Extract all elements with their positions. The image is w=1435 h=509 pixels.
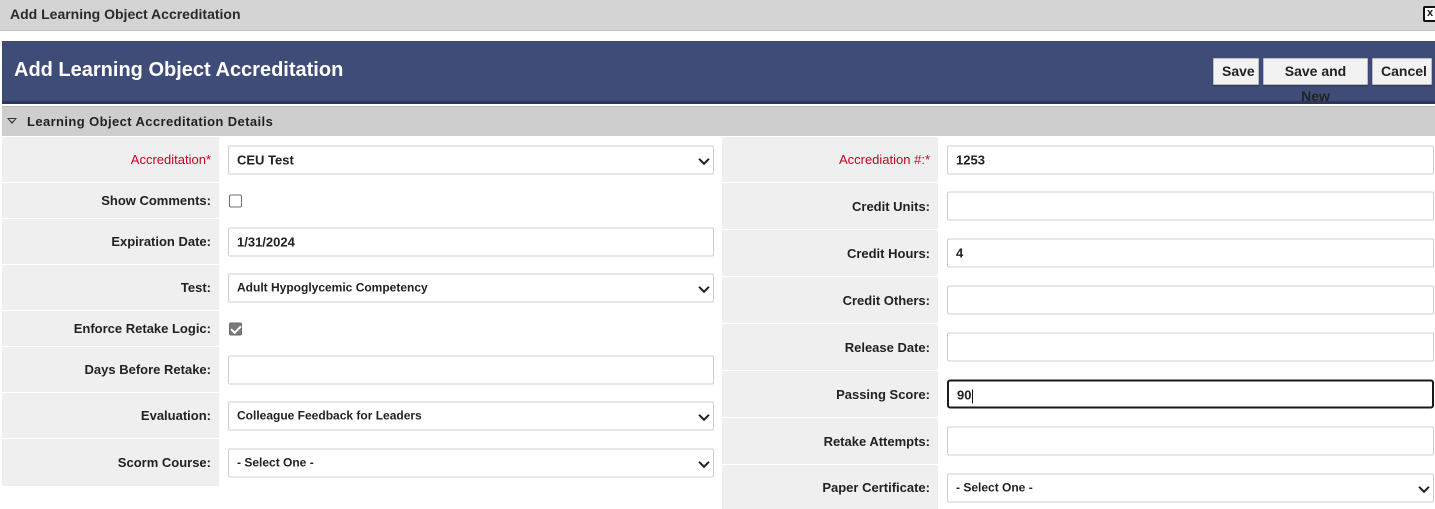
save-and-new-button[interactable]: Save and New xyxy=(1263,58,1368,104)
accreditation-label: Accreditation * xyxy=(2,137,219,182)
page-title: Add Learning Object Accreditation xyxy=(14,59,344,81)
close-icon[interactable]: x xyxy=(1423,6,1435,22)
scorm-course-label: Scorm Course: xyxy=(2,439,219,486)
chevron-down-icon xyxy=(698,456,710,468)
enforce-retake-label: Enforce Retake Logic: xyxy=(2,311,219,346)
paper-certificate-label: Paper Certificate: xyxy=(722,465,938,509)
paper-certificate-select[interactable]: - Select One - xyxy=(947,473,1434,502)
credit-hours-input[interactable]: 4 xyxy=(947,238,1434,268)
row-release-date: Release Date: xyxy=(722,324,1435,371)
scorm-course-select-value: - Select One - xyxy=(237,455,314,469)
test-select-value: Adult Hypoglycemic Competency xyxy=(237,280,428,294)
row-credit-others: Credit Others: xyxy=(722,277,1435,324)
days-before-retake-label: Days Before Retake: xyxy=(2,347,219,392)
required-marker: * xyxy=(924,152,930,167)
section-header-details[interactable]: Learning Object Accreditation Details xyxy=(2,106,1435,136)
accreditation-label-text: Accreditation xyxy=(130,152,206,167)
evaluation-label: Evaluation: xyxy=(2,393,219,438)
credit-units-input[interactable] xyxy=(947,191,1434,221)
retake-attempts-label: Retake Attempts: xyxy=(722,418,938,464)
passing-score-value: 90 xyxy=(957,387,972,403)
scorm-course-select[interactable]: - Select One - xyxy=(228,448,714,477)
row-scorm-course: Scorm Course: - Select One - xyxy=(2,439,721,487)
row-expiration-date: Expiration Date: 1/31/2024 xyxy=(2,219,721,265)
row-days-before-retake: Days Before Retake: xyxy=(2,347,721,393)
accreditation-number-label-text: Accrediation #: xyxy=(838,152,925,167)
save-button[interactable]: Save xyxy=(1213,58,1259,85)
show-comments-label: Show Comments: xyxy=(2,183,219,218)
row-credit-units: Credit Units: xyxy=(722,183,1435,230)
show-comments-checkbox[interactable] xyxy=(229,194,242,207)
evaluation-select[interactable]: Colleague Feedback for Leaders xyxy=(228,401,714,430)
row-show-comments: Show Comments: xyxy=(2,183,721,219)
section-title: Learning Object Accreditation Details xyxy=(27,114,274,129)
accreditation-number-input[interactable]: 1253 xyxy=(947,145,1434,174)
release-date-input[interactable] xyxy=(947,332,1434,362)
test-select[interactable]: Adult Hypoglycemic Competency xyxy=(228,273,714,302)
page-header: Add Learning Object Accreditation Save S… xyxy=(2,41,1435,104)
accreditation-select-value: CEU Test xyxy=(237,152,294,167)
row-credit-hours: Credit Hours: 4 xyxy=(722,230,1435,277)
accreditation-number-label: Accrediation #: * xyxy=(722,137,938,182)
row-test: Test: Adult Hypoglycemic Competency xyxy=(2,265,721,311)
form-left-column: Accreditation * CEU Test Show Comments: E… xyxy=(2,137,721,487)
row-passing-score: Passing Score: 90 xyxy=(722,371,1435,418)
evaluation-select-value: Colleague Feedback for Leaders xyxy=(237,408,422,422)
chevron-down-icon xyxy=(698,409,710,421)
required-marker: * xyxy=(205,152,211,167)
release-date-label: Release Date: xyxy=(722,324,938,370)
window-title: Add Learning Object Accreditation xyxy=(10,6,241,22)
row-paper-certificate: Paper Certificate: - Select One - xyxy=(722,465,1435,509)
collapse-triangle-icon[interactable] xyxy=(7,118,17,124)
row-accreditation-number: Accrediation #: * 1253 xyxy=(722,137,1435,183)
expiration-date-input[interactable]: 1/31/2024 xyxy=(228,227,714,256)
chevron-down-icon xyxy=(698,153,710,165)
credit-hours-label: Credit Hours: xyxy=(722,230,938,276)
expiration-date-label: Expiration Date: xyxy=(2,219,219,264)
row-evaluation: Evaluation: Colleague Feedback for Leade… xyxy=(2,393,721,439)
test-label: Test: xyxy=(2,265,219,310)
credit-units-label: Credit Units: xyxy=(722,183,938,229)
days-before-retake-input[interactable] xyxy=(228,355,714,384)
row-accreditation: Accreditation * CEU Test xyxy=(2,137,721,183)
credit-others-label: Credit Others: xyxy=(722,277,938,323)
passing-score-input[interactable]: 90 xyxy=(947,379,1434,409)
credit-others-input[interactable] xyxy=(947,285,1434,315)
text-caret xyxy=(972,389,974,404)
row-enforce-retake: Enforce Retake Logic: xyxy=(2,311,721,347)
accreditation-select[interactable]: CEU Test xyxy=(228,145,714,174)
chevron-down-icon xyxy=(698,281,710,293)
enforce-retake-checkbox[interactable] xyxy=(229,322,242,335)
paper-certificate-select-value: - Select One - xyxy=(956,480,1033,494)
chevron-down-icon xyxy=(1418,481,1430,493)
cancel-button[interactable]: Cancel xyxy=(1372,58,1432,85)
retake-attempts-input[interactable] xyxy=(947,426,1434,456)
form-right-column: Accrediation #: * 1253 Credit Units: Cred… xyxy=(722,137,1435,509)
window-titlebar: Add Learning Object Accreditation x xyxy=(0,0,1435,31)
passing-score-label: Passing Score: xyxy=(722,371,938,417)
row-retake-attempts: Retake Attempts: xyxy=(722,418,1435,465)
